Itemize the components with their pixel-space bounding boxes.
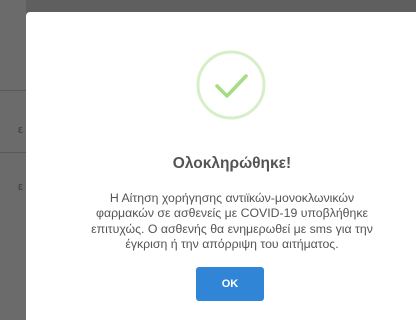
background-page: ε ε [0, 0, 26, 320]
dialog-title: Ολοκληρώθηκε! [172, 155, 292, 172]
dialog-message: Η Αίτηση χορήγησης αντιϊκών-μονοκλωνικών… [91, 191, 373, 252]
background-divider [0, 90, 26, 91]
background-text-fragment: ε [18, 181, 23, 193]
ok-button[interactable]: OK [196, 267, 264, 301]
background-divider [0, 152, 26, 153]
background-text-fragment: ε [18, 124, 23, 136]
success-dialog: Ολοκληρώθηκε! Η Αίτηση χορήγησης αντιϊκώ… [26, 12, 416, 320]
success-check-icon [195, 49, 267, 121]
